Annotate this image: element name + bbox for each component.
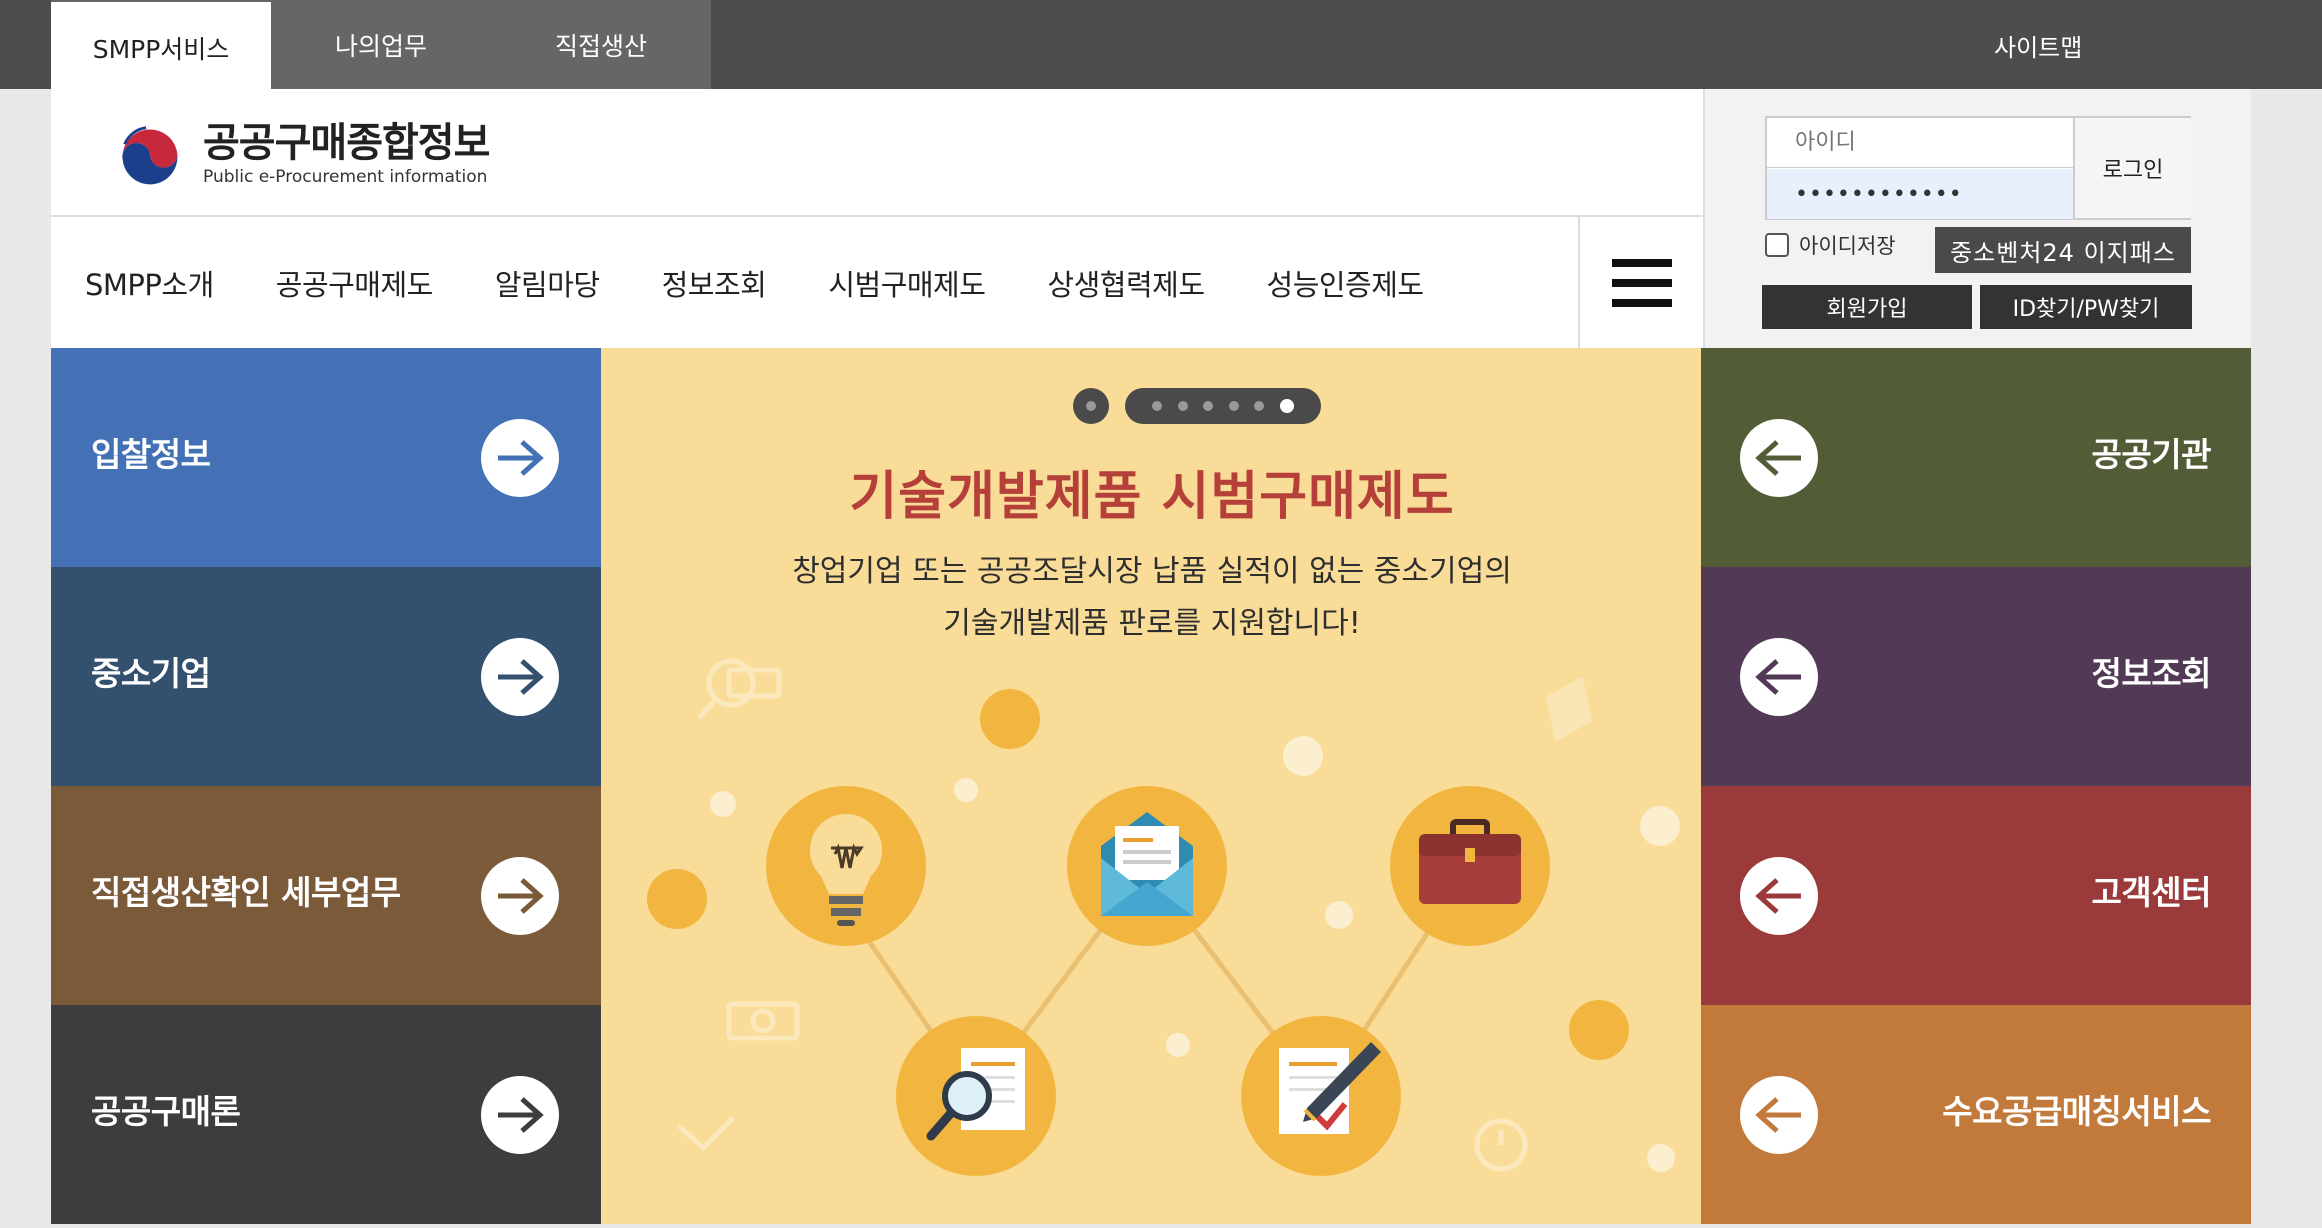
slide-indicator xyxy=(1073,388,1321,424)
banner-desc-line1: 창업기업 또는 공공조달시장 납품 실적이 없는 중소기업의 xyxy=(792,554,1512,589)
header: 공공구매종합정보 Public e-Procurement informatio… xyxy=(51,89,1703,217)
slide-dot-4[interactable] xyxy=(1228,401,1239,411)
ezpass-button[interactable]: 중소벤처24 이지패스 xyxy=(1935,227,2191,273)
banner-description: 창업기업 또는 공공조달시장 납품 실적이 없는 중소기업의 기술개발제품 판로… xyxy=(601,546,1703,650)
logo-subtitle: Public e-Procurement information xyxy=(203,167,488,187)
sitemap-link[interactable]: 사이트맵 xyxy=(1994,28,2082,63)
top-bar: SMPP서비스 나의업무 직접생산 사이트맵 xyxy=(0,0,2322,94)
nav-item-pilot-purchase[interactable]: 시범구매제도 xyxy=(828,262,986,304)
slide-dot-2[interactable] xyxy=(1177,401,1188,411)
login-form: 로그인 xyxy=(1765,116,2191,220)
banner-desc-line2: 기술개발제품 판로를 지원합니다! xyxy=(943,606,1361,641)
tile-matching-service[interactable]: 수요공급매칭서비스 xyxy=(1701,1005,2251,1224)
tile-label: 공공구매론 xyxy=(91,1092,241,1131)
taeguk-logo-icon xyxy=(112,116,188,192)
tile-label: 고객센터 xyxy=(2091,873,2212,912)
join-button[interactable]: 회원가입 xyxy=(1762,285,1972,329)
nav-item-notice[interactable]: 알림마당 xyxy=(495,262,600,304)
tile-label: 수요공급매칭서비스 xyxy=(1942,1092,2211,1131)
password-input[interactable] xyxy=(1767,169,2073,219)
tile-arrow[interactable] xyxy=(1740,419,1818,497)
banner-title: 기술개발제품 시범구매제도 xyxy=(849,467,1455,527)
tile-direct-production[interactable]: 직접생산확인 세부업무 xyxy=(51,786,601,1005)
tile-procurement-theory[interactable]: 공공구매론 xyxy=(51,1005,601,1224)
tile-arrow[interactable] xyxy=(1740,857,1818,935)
slide-dot-3[interactable] xyxy=(1203,401,1214,411)
nav-item-info-search[interactable]: 정보조회 xyxy=(662,262,767,304)
tile-arrow[interactable] xyxy=(481,419,559,497)
service-tabs: SMPP서비스 나의업무 직접생산 xyxy=(51,0,711,94)
tile-bid-info[interactable]: 입찰정보 xyxy=(51,348,601,567)
tile-label: 직접생산확인 세부업무 xyxy=(91,873,401,912)
main-nav: SMPP소개 공공구매제도 알림마당 정보조회 시범구매제도 상생협력제도 성능… xyxy=(51,217,1703,348)
tile-info-search[interactable]: 정보조회 xyxy=(1701,567,2251,786)
find-id-pw-button[interactable]: ID찾기/PW찾기 xyxy=(1980,285,2192,329)
nav-item-cooperation[interactable]: 상생협력제도 xyxy=(1047,262,1205,304)
slide-dot-6-active[interactable] xyxy=(1279,399,1294,413)
tile-arrow[interactable] xyxy=(1740,1076,1818,1154)
arrow-right-icon xyxy=(498,659,544,695)
tab-direct-production[interactable]: 직접생산 xyxy=(491,0,711,89)
slide-dots xyxy=(1125,388,1321,424)
nav-item-performance-cert[interactable]: 성능인증제도 xyxy=(1267,262,1425,304)
site-logo[interactable]: 공공구매종합정보 Public e-Procurement informatio… xyxy=(111,115,490,193)
tile-sme[interactable]: 중소기업 xyxy=(51,567,601,786)
save-id-checkbox[interactable]: 아이디저장 xyxy=(1765,230,1896,260)
login-button[interactable]: 로그인 xyxy=(2073,118,2191,218)
logo-title: 공공구매종합정보 xyxy=(203,120,490,166)
tile-label: 정보조회 xyxy=(2091,654,2212,693)
logo-text: 공공구매종합정보 Public e-Procurement informatio… xyxy=(203,120,490,188)
briefcase-icon xyxy=(1419,819,1521,904)
tab-smpp-service[interactable]: SMPP서비스 xyxy=(51,2,271,94)
checkbox-box[interactable] xyxy=(1765,233,1789,257)
tile-label: 공공기관 xyxy=(2091,435,2212,474)
all-menu-button[interactable] xyxy=(1578,217,1703,348)
pause-dot xyxy=(1086,401,1096,411)
save-id-label: 아이디저장 xyxy=(1799,234,1896,258)
arrow-left-icon xyxy=(1755,878,1801,914)
nav-item-smpp-intro[interactable]: SMPP소개 xyxy=(85,262,214,304)
slide-dot-1[interactable] xyxy=(1152,401,1163,411)
tile-label: 중소기업 xyxy=(91,654,211,693)
promo-banner[interactable]: 기술개발제품 시범구매제도 창업기업 또는 공공조달시장 납품 실적이 없는 중… xyxy=(601,348,1703,1224)
tile-customer-center[interactable]: 고객센터 xyxy=(1701,786,2251,1005)
login-panel: 로그인 아이디저장 중소벤처24 이지패스 회원가입 ID찾기/PW찾기 xyxy=(1703,89,2251,348)
arrow-left-icon xyxy=(1755,440,1801,476)
hamburger-menu-icon xyxy=(1611,258,1672,307)
nav-item-public-procurement[interactable]: 공공구매제도 xyxy=(276,262,434,304)
tile-label: 입찰정보 xyxy=(91,435,211,474)
arrow-right-icon xyxy=(498,1097,544,1133)
slide-pause-button[interactable] xyxy=(1073,388,1109,424)
tile-arrow[interactable] xyxy=(1740,638,1818,716)
tile-arrow[interactable] xyxy=(481,857,559,935)
tab-my-work[interactable]: 나의업무 xyxy=(271,0,491,89)
nav-items: SMPP소개 공공구매제도 알림마당 정보조회 시범구매제도 상생협력제도 성능… xyxy=(85,217,1486,348)
tile-arrow[interactable] xyxy=(481,638,559,716)
slide-dot-5[interactable] xyxy=(1254,401,1265,411)
tile-arrow[interactable] xyxy=(481,1076,559,1154)
arrow-right-icon xyxy=(498,878,544,914)
arrow-right-icon xyxy=(498,440,544,476)
tile-public-agency[interactable]: 공공기관 xyxy=(1701,348,2251,567)
arrow-left-icon xyxy=(1755,1097,1801,1133)
arrow-left-icon xyxy=(1755,659,1801,695)
id-input[interactable] xyxy=(1767,118,2073,168)
